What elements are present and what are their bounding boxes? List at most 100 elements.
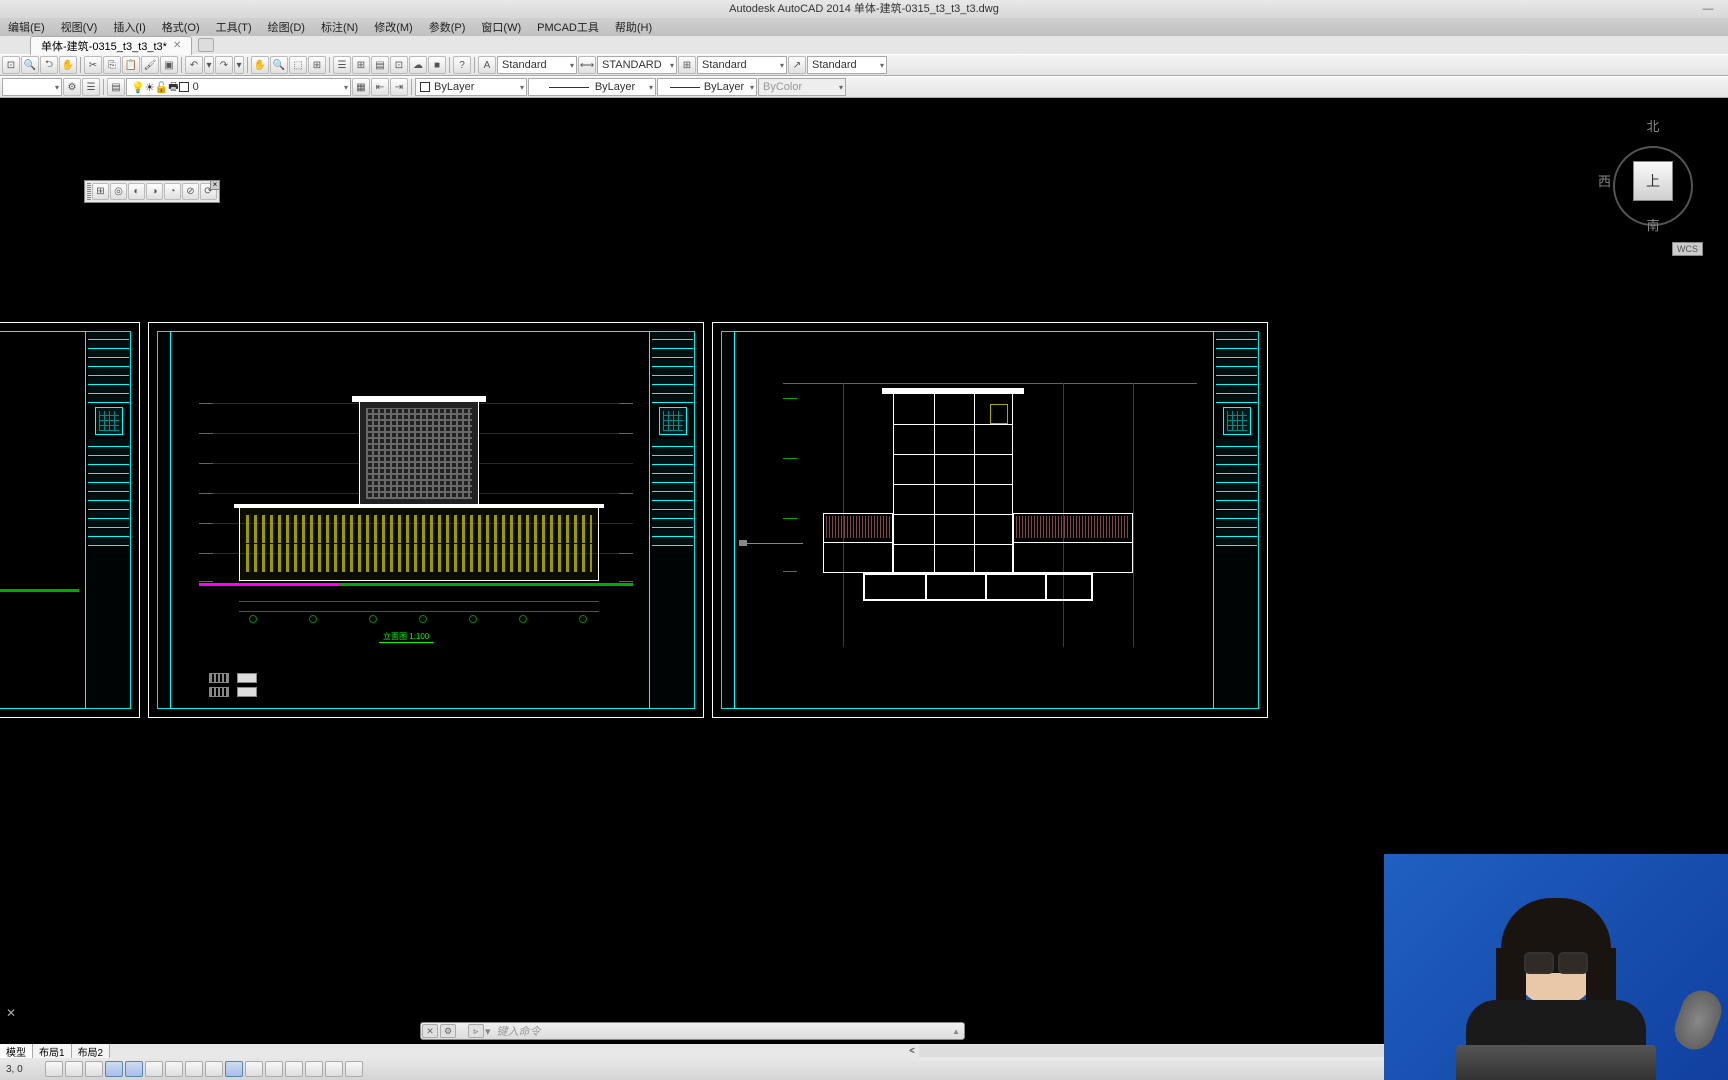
viewcube-face-top[interactable]: 上 — [1633, 161, 1673, 201]
lwt-toggle[interactable] — [245, 1061, 263, 1077]
tab-model[interactable]: 模型 — [0, 1044, 33, 1059]
view-left-icon[interactable]: ◐ — [128, 183, 145, 200]
zoom-scale-icon[interactable]: ⊞ — [308, 56, 326, 74]
text-style-icon[interactable]: A — [478, 56, 496, 74]
block-icon[interactable]: ▣ — [160, 56, 178, 74]
zoom-previous-icon[interactable]: ⮌ — [40, 56, 58, 74]
cmd-close-icon[interactable]: ✕ — [6, 1006, 16, 1020]
ortho-toggle[interactable] — [105, 1061, 123, 1077]
gear-icon[interactable]: ⚙ — [63, 78, 81, 96]
copy-icon[interactable]: ⎘ — [103, 56, 121, 74]
help-icon[interactable]: ? — [453, 56, 471, 74]
zoom-extents-icon[interactable]: ⬚ — [289, 56, 307, 74]
polar-toggle[interactable] — [125, 1061, 143, 1077]
cmd-prompt-icon[interactable]: ▹ — [468, 1024, 484, 1038]
layer-prev-icon[interactable]: ⇤ — [371, 78, 389, 96]
layer-dropdown[interactable]: 💡 ☀ 🔓 🖶 0 — [126, 78, 351, 96]
close-icon[interactable]: × — [210, 180, 220, 190]
viewcube-wcs[interactable]: WCS — [1672, 242, 1703, 256]
menu-format[interactable]: 格式(O) — [154, 19, 208, 35]
zoom-window-icon[interactable]: ⊡ — [2, 56, 20, 74]
drag-handle[interactable] — [87, 183, 91, 200]
tab-layout1[interactable]: 布局1 — [33, 1044, 72, 1059]
tpy-toggle[interactable] — [265, 1061, 283, 1077]
view-front-icon[interactable]: ◎ — [110, 183, 127, 200]
redo-icon[interactable]: ↷ — [215, 56, 233, 74]
color-dropdown[interactable]: ByLayer — [415, 78, 527, 96]
designtable-icon[interactable]: ⊞ — [352, 56, 370, 74]
match-props-icon[interactable]: 🖌 — [141, 56, 159, 74]
tab-layout2[interactable]: 布局2 — [72, 1044, 111, 1059]
layer-manager-icon[interactable]: ▤ — [107, 78, 125, 96]
dim-style-icon[interactable]: ⟷ — [578, 56, 596, 74]
otrack-toggle[interactable] — [185, 1061, 203, 1077]
command-line[interactable]: ✕ ⚙ ▹ ▾ 键入命令 ▲ — [420, 1022, 965, 1040]
view-right-icon[interactable]: ◑ — [146, 183, 163, 200]
zoom-realtime-icon[interactable]: 🔍 — [21, 56, 39, 74]
3dosnap-toggle[interactable] — [165, 1061, 183, 1077]
tool-palette-icon[interactable]: ⊡ — [390, 56, 408, 74]
expand-icon[interactable]: ▲ — [952, 1027, 960, 1036]
menu-draw[interactable]: 绘图(D) — [260, 19, 313, 35]
sheetset-icon[interactable]: ▤ — [371, 56, 389, 74]
infer-constraints-toggle[interactable] — [45, 1061, 63, 1077]
mleader-style-icon[interactable]: ↗ — [788, 56, 806, 74]
dim-style-dropdown[interactable]: STANDARD — [597, 56, 677, 74]
dyn-toggle[interactable] — [225, 1061, 243, 1077]
hand-icon[interactable]: ✋ — [251, 56, 269, 74]
menu-edit[interactable]: 编辑(E) — [0, 19, 53, 35]
cut-icon[interactable]: ✂ — [84, 56, 102, 74]
qp-toggle[interactable] — [285, 1061, 303, 1077]
table-style-icon[interactable]: ⊞ — [678, 56, 696, 74]
sc-toggle[interactable] — [305, 1061, 323, 1077]
ducs-toggle[interactable] — [205, 1061, 223, 1077]
view-iso-icon[interactable]: ◔ — [164, 183, 181, 200]
menu-window[interactable]: 窗口(W) — [473, 19, 529, 35]
viewcube-north[interactable]: 北 — [1646, 116, 1659, 135]
view-cube[interactable]: 北 上 西 南 WCS — [1598, 116, 1708, 256]
grid-toggle[interactable] — [85, 1061, 103, 1077]
mleader-style-dropdown[interactable]: Standard — [807, 56, 887, 74]
menu-insert[interactable]: 插入(I) — [105, 19, 153, 35]
lineweight-dropdown[interactable]: ByLayer — [657, 78, 757, 96]
view-top-icon[interactable]: ⊞ — [92, 183, 109, 200]
cmd-close-button[interactable]: ✕ — [422, 1024, 438, 1038]
layer-props-icon[interactable]: ☰ — [82, 78, 100, 96]
viewcube-west[interactable]: 西 — [1598, 171, 1611, 190]
new-tab-button[interactable] — [198, 38, 214, 52]
undo-icon[interactable]: ↶ — [185, 56, 203, 74]
layer-state-icon[interactable]: ▦ — [352, 78, 370, 96]
menu-modify[interactable]: 修改(M) — [366, 19, 421, 35]
paste-icon[interactable]: 📋 — [122, 56, 140, 74]
file-tab[interactable]: 单体-建筑-0315_t3_t3_t3* ✕ — [30, 36, 192, 55]
table-style-dropdown[interactable]: Standard — [697, 56, 787, 74]
menu-param[interactable]: 参数(P) — [421, 19, 474, 35]
close-icon[interactable]: ✕ — [173, 40, 181, 51]
cmd-options-button[interactable]: ⚙ — [440, 1024, 456, 1038]
redo-dd-icon[interactable]: ▾ — [234, 56, 244, 74]
markup-icon[interactable]: ☁ — [409, 56, 427, 74]
workspace-dropdown[interactable] — [2, 78, 62, 96]
osnap-toggle[interactable] — [145, 1061, 163, 1077]
layer-match-icon[interactable]: ⇥ — [390, 78, 408, 96]
menu-pmcad[interactable]: PMCAD工具 — [529, 19, 607, 35]
view-3d-icon[interactable]: ⊘ — [182, 183, 199, 200]
calc-icon[interactable]: ■ — [428, 56, 446, 74]
pan-icon[interactable]: ✋ — [59, 56, 77, 74]
plus-icon[interactable] — [345, 1061, 363, 1077]
command-input[interactable]: 键入命令 — [491, 1023, 541, 1039]
linetype-dropdown[interactable]: ByLayer — [528, 78, 656, 96]
viewcube-south[interactable]: 南 — [1646, 215, 1659, 234]
snap-toggle[interactable] — [65, 1061, 83, 1077]
menu-help[interactable]: 帮助(H) — [607, 19, 660, 35]
minimize-button[interactable]: — — [1698, 0, 1718, 18]
text-style-dropdown[interactable]: Standard — [497, 56, 577, 74]
undo-dd-icon[interactable]: ▾ — [204, 56, 214, 74]
menu-tools[interactable]: 工具(T) — [208, 19, 260, 35]
zoom-icon[interactable]: 🔍 — [270, 56, 288, 74]
menu-view[interactable]: 视图(V) — [53, 19, 106, 35]
properties-icon[interactable]: ☰ — [333, 56, 351, 74]
am-toggle[interactable] — [325, 1061, 343, 1077]
menu-annotate[interactable]: 标注(N) — [313, 19, 366, 35]
floating-view-toolbar[interactable]: ⊞ ◎ ◐ ◑ ◔ ⊘ ⟳ × — [84, 180, 220, 203]
